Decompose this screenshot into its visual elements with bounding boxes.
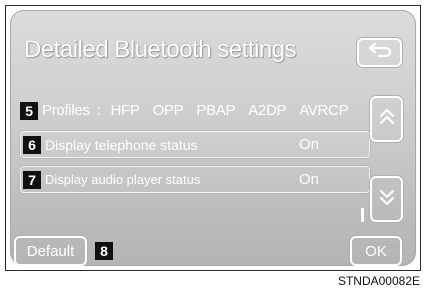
- profiles-row: 5 Profiles : HFP OPP PBAP A2DP AVRCP: [20, 97, 370, 124]
- callout-badge-8: 8: [95, 242, 113, 260]
- profile-pbap: PBAP: [196, 102, 236, 119]
- page-title: Detailed Bluetooth settings: [24, 36, 297, 63]
- settings-screen: Detailed Bluetooth settings 5 Profiles :…: [10, 10, 416, 266]
- display-telephone-status-label: Display telephone status: [45, 136, 198, 153]
- double-chevron-down-icon: [378, 186, 396, 213]
- back-button[interactable]: [357, 38, 402, 67]
- default-button[interactable]: Default: [14, 236, 87, 266]
- display-audio-player-status-row[interactable]: 7 Display audio player status On: [20, 166, 370, 193]
- ok-button[interactable]: OK: [350, 236, 402, 266]
- figure-code: STNDA00082E: [337, 274, 420, 288]
- profile-a2dp: A2DP: [248, 102, 287, 119]
- callout-badge-5: 5: [20, 101, 38, 120]
- back-arrow-icon: [366, 41, 394, 64]
- display-audio-player-status-label: Display audio player status: [45, 172, 201, 187]
- profile-hfp: HFP: [110, 102, 140, 119]
- display-telephone-status-value: On: [299, 136, 320, 153]
- callout-badge-6: 6: [23, 135, 41, 154]
- double-chevron-up-icon: [378, 106, 396, 133]
- profile-avrcp: AVRCP: [299, 102, 349, 119]
- profile-opp: OPP: [152, 102, 184, 119]
- callout-badge-7: 7: [23, 170, 41, 189]
- display-telephone-status-row[interactable]: 6 Display telephone status On: [20, 131, 370, 158]
- display-audio-player-status-value: On: [299, 171, 320, 188]
- scrollbar-thumb[interactable]: [361, 208, 364, 222]
- profiles-label: Profiles: [42, 102, 90, 119]
- profiles-separator: :: [96, 102, 101, 119]
- scroll-down-button[interactable]: [370, 176, 403, 222]
- scroll-up-button[interactable]: [370, 96, 403, 142]
